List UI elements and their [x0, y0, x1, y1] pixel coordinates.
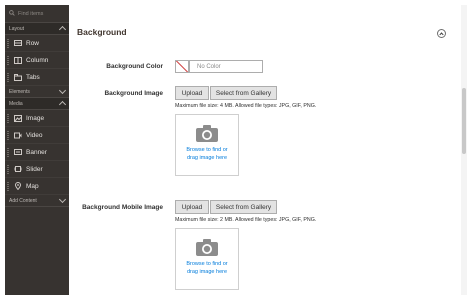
section-elements-label: Elements [9, 88, 30, 95]
tabs-icon [13, 73, 22, 81]
sidebar-item-label: Image [26, 114, 45, 122]
camera-icon [196, 125, 218, 142]
row-icon [13, 40, 22, 46]
dropzone-text-line2: drag image here [186, 154, 228, 161]
drag-handle-icon [7, 55, 9, 65]
sidebar-item-row[interactable]: Row [5, 35, 69, 52]
map-pin-icon [13, 182, 22, 190]
image-icon [13, 114, 22, 122]
search-box[interactable]: Find items [5, 5, 69, 23]
sidebar-item-label: Row [26, 39, 40, 47]
sidebar-item-tabs[interactable]: Tabs [5, 69, 69, 86]
image-size-note: Maximum file size: 4 MB. Allowed file ty… [175, 103, 317, 109]
mobile-image-dropzone[interactable]: Browse to find or drag image here [175, 228, 239, 290]
chevron-up-icon [439, 31, 444, 37]
column-icon [13, 56, 22, 64]
mobile-upload-button[interactable]: Upload [175, 200, 209, 214]
stage-sidebar: Find items Layout Row Column Tabs Elemen… [5, 5, 69, 295]
panel-title: Background [77, 27, 127, 37]
background-mobile-image-label: Background Mobile Image [82, 204, 163, 211]
section-add-content[interactable]: Add Content [5, 195, 69, 207]
drag-handle-icon [7, 72, 9, 82]
sidebar-item-video[interactable]: Video [5, 127, 69, 144]
upload-button[interactable]: Upload [175, 86, 209, 100]
dropzone-text-line2: drag image here [186, 268, 228, 275]
sidebar-item-column[interactable]: Column [5, 52, 69, 69]
sidebar-item-label: Slider [26, 165, 43, 173]
background-color-label: Background Color [106, 63, 163, 70]
sidebar-item-label: Tabs [26, 73, 40, 81]
dropzone-text-line1: Browse to find or [186, 261, 228, 267]
section-add-content-label: Add Content [9, 197, 37, 204]
drag-handle-icon [7, 147, 9, 157]
mobile-select-from-gallery-button[interactable]: Select from Gallery [210, 200, 277, 214]
section-elements[interactable]: Elements [5, 86, 69, 98]
search-input[interactable]: Find items [18, 11, 43, 17]
chevron-up-icon [58, 25, 67, 34]
drag-handle-icon [7, 130, 9, 140]
mobile-image-size-note: Maximum file size: 2 MB. Allowed file ty… [175, 217, 317, 223]
sidebar-item-banner[interactable]: Banner [5, 144, 69, 161]
sidebar-item-image[interactable]: Image [5, 110, 69, 127]
background-panel: Background Background Color No Color Bac… [69, 5, 469, 295]
scrollbar-thumb[interactable] [462, 88, 466, 154]
slider-icon [13, 166, 22, 172]
section-layout[interactable]: Layout [5, 23, 69, 35]
drag-handle-icon [7, 38, 9, 48]
sidebar-item-label: Column [26, 56, 49, 64]
dropzone-text[interactable]: Browse to find or drag image here [186, 147, 227, 162]
camera-icon [196, 239, 218, 256]
no-color-icon [176, 61, 188, 72]
color-input[interactable]: No Color [189, 60, 263, 73]
drag-handle-icon [7, 181, 9, 191]
dropzone-text[interactable]: Browse to find or drag image here [186, 261, 227, 276]
drag-handle-icon [7, 113, 9, 123]
collapse-button[interactable] [437, 29, 446, 38]
section-media-label: Media [9, 100, 23, 107]
chevron-up-icon [58, 100, 67, 109]
section-layout-label: Layout [9, 25, 25, 32]
drag-handle-icon [7, 164, 9, 174]
video-icon [13, 132, 22, 139]
select-from-gallery-button[interactable]: Select from Gallery [210, 86, 277, 100]
search-icon [9, 9, 15, 18]
chevron-down-icon [58, 86, 67, 95]
chevron-down-icon [58, 195, 67, 204]
color-swatch[interactable] [175, 60, 189, 73]
image-dropzone[interactable]: Browse to find or drag image here [175, 114, 239, 176]
background-image-label: Background Image [104, 90, 163, 97]
sidebar-item-label: Video [26, 131, 43, 139]
sidebar-item-map[interactable]: Map [5, 178, 69, 195]
banner-icon [13, 149, 22, 155]
section-media[interactable]: Media [5, 98, 69, 110]
sidebar-item-slider[interactable]: Slider [5, 161, 69, 178]
sidebar-item-label: Map [26, 182, 39, 190]
dropzone-text-line1: Browse to find or [186, 147, 228, 153]
sidebar-item-label: Banner [26, 148, 47, 156]
